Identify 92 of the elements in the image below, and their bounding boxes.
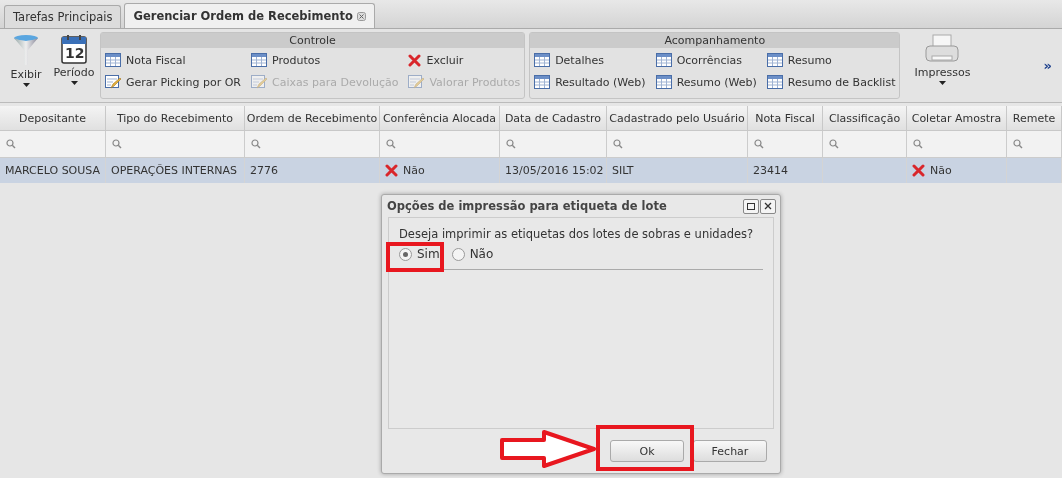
table-cell: Não	[403, 164, 425, 177]
filter-field[interactable]	[500, 131, 607, 158]
table-icon	[655, 75, 672, 89]
toolbar-item[interactable]: Produtos	[251, 49, 399, 71]
column-header[interactable]: Depositante	[0, 106, 106, 131]
toolbar-item[interactable]: Excluir	[408, 49, 521, 71]
more-button[interactable]: »	[1043, 58, 1052, 73]
search-icon	[6, 139, 16, 149]
close-icon[interactable]	[356, 11, 366, 21]
filter-field[interactable]	[245, 131, 380, 158]
toolbar-item[interactable]: Resumo	[766, 49, 896, 71]
column-header[interactable]: Coletar Amostra	[907, 106, 1007, 131]
group-title: Controle	[101, 33, 525, 48]
search-icon	[506, 139, 516, 149]
caret-icon	[22, 83, 30, 87]
toolbar-item[interactable]: Nota Fiscal	[105, 49, 241, 71]
table-cell: Não	[930, 164, 952, 177]
column-header[interactable]: Remete	[1007, 106, 1062, 131]
delete-icon	[408, 53, 422, 67]
filter-field[interactable]	[748, 131, 823, 158]
tab[interactable]: Tarefas Principais	[4, 5, 122, 28]
toolbar-button[interactable]: 12 Período	[52, 32, 96, 99]
search-icon	[829, 139, 839, 149]
table-cell: SILT	[612, 164, 634, 177]
toolbar-item[interactable]: Resumo de Backlist	[766, 71, 896, 93]
filter-field[interactable]	[0, 131, 106, 158]
column-header[interactable]: Ordem de Recebimento	[245, 106, 380, 131]
table-icon	[655, 53, 672, 67]
search-icon	[754, 139, 764, 149]
table-cell: MARCELO SOUSA	[5, 164, 101, 177]
toolbar-button[interactable]: Exibir	[4, 32, 48, 99]
table-icon	[766, 53, 783, 67]
delete-icon	[385, 164, 398, 177]
maximize-button[interactable]	[743, 198, 759, 214]
tab[interactable]: Gerenciar Ordem de Recebimento	[124, 3, 375, 28]
table-cell: OPERAÇÕES INTERNAS	[111, 164, 238, 177]
toolbar-item[interactable]: Resumo (Web)	[655, 71, 757, 93]
dialog-question: Deseja imprimir as etiquetas dos lotes de sobras e unidades?	[399, 227, 755, 241]
dialog-button[interactable]: Fechar	[693, 440, 767, 462]
filter-field[interactable]	[1007, 131, 1062, 158]
caret-icon	[938, 81, 946, 85]
search-icon	[913, 139, 923, 149]
table-icon	[105, 53, 121, 67]
column-header[interactable]: Cadastrado pelo Usuário	[607, 106, 748, 131]
column-header[interactable]: Conferência Alocada	[380, 106, 500, 131]
close-button[interactable]	[760, 198, 776, 214]
caret-icon	[70, 81, 78, 85]
table-cell: 2776	[250, 164, 278, 177]
edit-icon	[408, 74, 425, 90]
printer-icon	[925, 34, 960, 64]
radio-option[interactable]: Sim	[399, 247, 440, 261]
group-title: Acompanhamento	[530, 33, 900, 48]
calendar-icon	[61, 34, 87, 64]
filter-field[interactable]	[607, 131, 748, 158]
search-icon	[613, 139, 623, 149]
dialog-button[interactable]: Ok	[610, 440, 684, 462]
table-icon	[534, 53, 551, 67]
edit-icon	[105, 74, 121, 90]
radio-icon[interactable]	[399, 247, 412, 261]
filter-field[interactable]	[823, 131, 907, 158]
filter-field[interactable]	[106, 131, 245, 158]
calendar-day: 12	[65, 45, 85, 61]
column-header[interactable]: Tipo do Recebimento	[106, 106, 245, 131]
radio-option[interactable]: Não	[451, 247, 494, 261]
filter-field[interactable]	[380, 131, 500, 158]
table-row[interactable]: MARCELO SOUSA OPERAÇÕES INTERNAS 2776 Não 13/05/2016 15:02 SILT 23414 Não	[0, 158, 1062, 183]
toolbar-item[interactable]: Detalhes	[534, 49, 646, 71]
table-icon	[251, 53, 267, 67]
column-header[interactable]: Classificação	[823, 106, 907, 131]
search-icon	[386, 139, 396, 149]
radio-icon[interactable]	[451, 247, 465, 261]
close-icon	[764, 202, 772, 210]
dialog-title: Opções de impressão para etiqueta de lote	[387, 199, 667, 213]
table-cell: 13/05/2016 15:02	[505, 164, 604, 177]
table-cell: 23414	[753, 164, 788, 177]
delete-icon	[912, 164, 925, 177]
table-icon	[766, 75, 783, 89]
column-header[interactable]: Nota Fiscal	[748, 106, 823, 131]
filter-field[interactable]	[907, 131, 1007, 158]
highlight-frame	[386, 242, 444, 272]
funnel-icon	[13, 34, 39, 66]
table-icon	[534, 75, 551, 89]
search-icon	[112, 139, 122, 149]
column-header[interactable]: Data de Cadastro	[500, 106, 607, 131]
maximize-icon	[747, 202, 755, 210]
toolbar-item[interactable]: Resultado (Web)	[534, 71, 646, 93]
edit-icon	[251, 74, 267, 90]
search-icon	[1013, 139, 1023, 149]
search-icon	[251, 139, 261, 149]
toolbar-item[interactable]: Ocorrências	[655, 49, 757, 71]
toolbar-item[interactable]: Gerar Picking por OR	[105, 71, 241, 93]
print-button[interactable]: Impressos	[908, 32, 977, 99]
